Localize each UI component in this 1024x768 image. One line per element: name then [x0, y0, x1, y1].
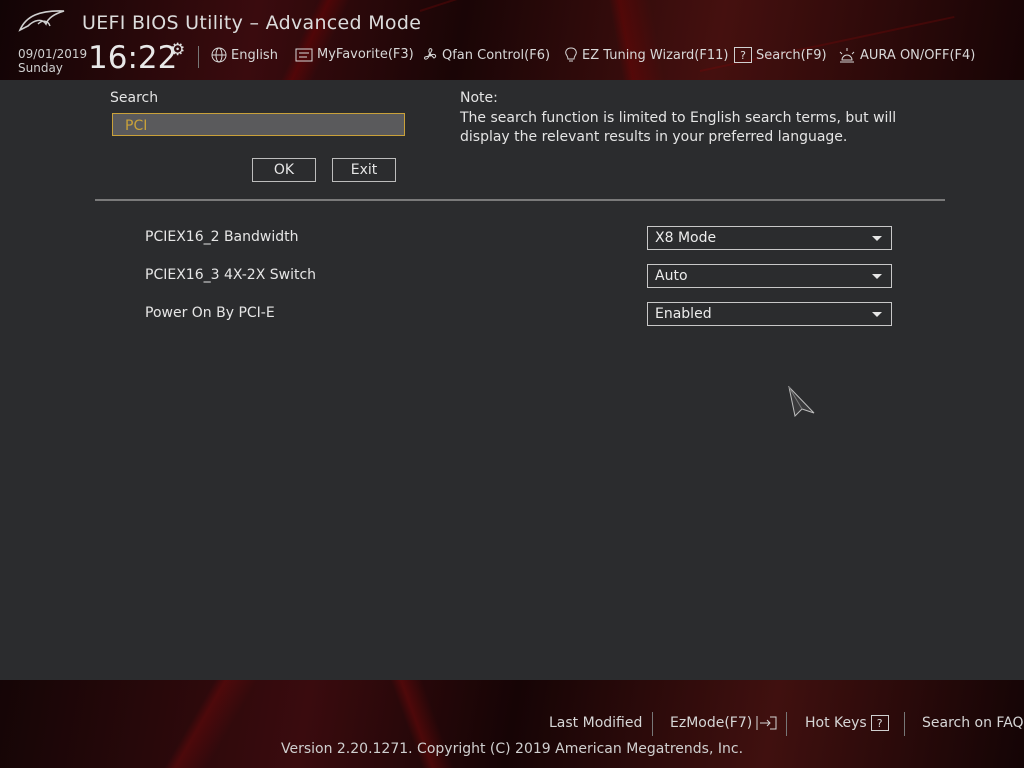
search-faq-label: Search on FAQ — [922, 715, 1024, 731]
myfavorite-label: MyFavorite(F3) — [317, 47, 414, 62]
footer-divider — [904, 712, 905, 736]
aura-label: AURA ON/OFF(F4) — [860, 47, 976, 63]
select-value: Enabled — [655, 306, 712, 322]
last-modified-label: Last Modified — [549, 715, 643, 731]
dropdown-arrow-icon — [872, 312, 882, 317]
header-decor-stripe — [419, 0, 611, 12]
app-title: UEFI BIOS Utility – Advanced Mode — [82, 12, 422, 34]
question-icon: ? — [734, 47, 752, 63]
power-on-by-pcie-select[interactable]: Enabled — [647, 302, 892, 326]
exit-button[interactable]: Exit — [332, 158, 396, 182]
section-divider — [95, 199, 945, 201]
myfavorite-button[interactable]: MyFavorite(F3) — [295, 47, 414, 62]
aura-light-icon — [839, 48, 855, 63]
footer-divider — [652, 712, 653, 736]
search-heading: Search — [110, 90, 159, 106]
toolbar-divider — [198, 46, 199, 68]
result-label-pciex16-2-bandwidth[interactable]: PCIEX16_2 Bandwidth — [145, 229, 299, 245]
qfan-label: Qfan Control(F6) — [442, 47, 551, 63]
date-value: 09/01/2019 — [18, 47, 88, 61]
date-display: 09/01/2019 Sunday — [18, 47, 87, 75]
rog-logo-icon — [18, 10, 65, 32]
footer-bar: Last Modified EzMode(F7) Hot Keys ? Sear… — [0, 680, 1024, 768]
question-icon: ? — [870, 715, 889, 731]
favorite-list-icon — [295, 48, 313, 61]
pciex16-3-switch-select[interactable]: Auto — [647, 264, 892, 288]
hot-keys-button[interactable]: Hot Keys ? — [805, 715, 889, 731]
ez-tuning-label: EZ Tuning Wizard(F11) — [582, 47, 729, 63]
search-input[interactable] — [112, 113, 405, 136]
fan-icon — [424, 48, 437, 60]
exit-arrow-icon — [756, 716, 777, 730]
footer-divider — [786, 712, 787, 736]
ezmode-label: EzMode(F7) — [670, 715, 753, 731]
header-bar: UEFI BIOS Utility – Advanced Mode 09/01/… — [0, 0, 1024, 80]
note-title: Note: — [460, 90, 498, 106]
day-value: Sunday — [18, 61, 63, 75]
result-label-pciex16-3-switch[interactable]: PCIEX16_3 4X-2X Switch — [145, 267, 316, 283]
note-text: The search function is limited to Englis… — [460, 110, 897, 145]
ez-tuning-button[interactable]: EZ Tuning Wizard(F11) — [564, 47, 728, 63]
last-modified-button[interactable]: Last Modified — [549, 715, 642, 731]
mouse-cursor-icon — [788, 386, 815, 418]
clock-display[interactable]: 16:22 — [88, 40, 177, 76]
dropdown-arrow-icon — [872, 274, 882, 279]
result-label-power-on-by-pcie[interactable]: Power On By PCI-E — [145, 305, 275, 321]
language-label: English — [231, 47, 278, 63]
search-faq-button[interactable]: Search on FAQ — [922, 715, 1024, 731]
dropdown-arrow-icon — [872, 236, 882, 241]
pciex16-2-bandwidth-select[interactable]: X8 Mode — [647, 226, 892, 250]
qfan-control-button[interactable]: Qfan Control(F6) — [422, 47, 550, 63]
header-decor-stripe — [699, 15, 955, 72]
search-toolbar-label: Search(F9) — [756, 47, 827, 63]
gear-icon[interactable]: ⚙ — [170, 40, 185, 60]
search-toolbar-button[interactable]: ? Search(F9) — [734, 47, 827, 63]
ezmode-button[interactable]: EzMode(F7) — [670, 715, 778, 731]
copyright-text: Version 2.20.1271. Copyright (C) 2019 Am… — [280, 741, 744, 757]
select-value: X8 Mode — [655, 230, 717, 246]
select-value: Auto — [655, 268, 688, 284]
aura-toggle-button[interactable]: AURA ON/OFF(F4) — [838, 47, 975, 63]
globe-icon — [211, 47, 227, 63]
lightbulb-icon — [565, 47, 577, 62]
ok-button[interactable]: OK — [252, 158, 316, 182]
language-button[interactable]: English — [211, 47, 278, 63]
hot-keys-label: Hot Keys — [805, 715, 867, 731]
